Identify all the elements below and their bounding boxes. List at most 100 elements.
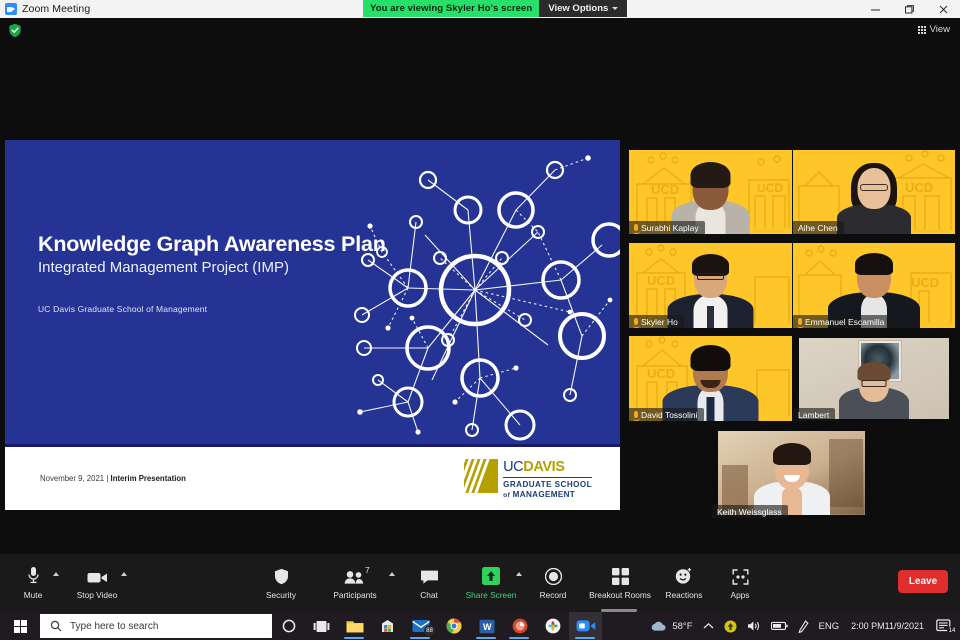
participant-video-keith-weissglass <box>718 431 865 515</box>
meeting-canvas: View <box>0 18 960 612</box>
participants-count: 7 <box>365 565 370 575</box>
view-button-label: View <box>930 24 950 35</box>
cloud-icon <box>650 620 667 632</box>
share-screen-icon <box>482 563 500 585</box>
powerpoint-icon[interactable] <box>503 612 536 640</box>
apps-icon <box>732 563 749 585</box>
leave-button[interactable]: Leave <box>898 570 948 593</box>
slack-icon[interactable] <box>536 612 569 640</box>
search-placeholder: Type here to search <box>70 621 158 632</box>
slide-footer-label: Interim Presentation <box>111 474 186 483</box>
breakout-rooms-label: Breakout Rooms <box>589 590 651 600</box>
update-icon[interactable] <box>719 612 742 640</box>
speaker-icon[interactable] <box>742 612 766 640</box>
mute-button[interactable]: Mute <box>2 563 64 600</box>
clock-date: 11/9/2021 <box>885 621 924 631</box>
battery-icon[interactable] <box>766 612 793 640</box>
slide-footer-date: November 9, 2021 <box>40 474 104 483</box>
system-tray: 58°F ENG 2:00 PM 11/9/2021 <box>645 612 960 640</box>
view-options-button[interactable]: View Options <box>539 0 627 17</box>
chevron-up-icon[interactable] <box>698 612 719 640</box>
participant-nameplate: Aihe Chen <box>793 221 844 234</box>
mail-icon[interactable]: 88 <box>404 612 437 640</box>
google-chrome-icon[interactable] <box>437 612 470 640</box>
running-indicator <box>575 637 595 639</box>
zoom-meeting-window: Zoom Meeting You are viewing Skyler Ho's… <box>0 0 960 640</box>
search-input[interactable]: Type here to search <box>40 614 272 638</box>
mail-unread-badge: 88 <box>424 625 435 636</box>
participant-tile-aihe-chen[interactable]: UCD Aihe Chen <box>793 150 955 234</box>
participant-tile-emmanuel-escamilla[interactable]: UCD Emmanuel Escamilla <box>793 243 955 328</box>
participant-tile-surabhi-kaplay[interactable]: UCD UCD Surabhi Kaplay <box>629 150 792 234</box>
breakout-rooms-icon <box>612 563 629 585</box>
participant-nameplate: Lambert <box>793 408 835 421</box>
participants-chevron-icon[interactable] <box>389 572 395 576</box>
chat-button[interactable]: Chat <box>398 563 460 600</box>
participant-nameplate: Keith Weissglass <box>712 505 788 518</box>
language-indicator[interactable]: ENG <box>814 612 845 640</box>
share-screen-label: Share Screen <box>466 590 517 600</box>
participant-name: Lambert <box>798 410 829 420</box>
zoom-icon <box>5 3 17 15</box>
slide-text-block: Knowledge Graph Awareness Plan Integrate… <box>38 232 438 314</box>
stop-video-label: Stop Video <box>77 590 117 600</box>
action-center-icon[interactable]: 14 <box>931 612 960 640</box>
clock[interactable]: 2:00 PM 11/9/2021 <box>844 612 931 640</box>
participant-name: Emmanuel Escamilla <box>805 317 884 327</box>
shared-screen-slide[interactable]: Knowledge Graph Awareness Plan Integrate… <box>5 140 620 510</box>
close-icon[interactable] <box>926 0 960 18</box>
file-explorer-icon[interactable] <box>338 612 371 640</box>
slide-subtitle: Integrated Management Project (IMP) <box>38 258 438 278</box>
participant-tile-keith-weissglass[interactable]: Keith Weissglass <box>712 428 871 518</box>
breakout-rooms-button[interactable]: Breakout Rooms <box>588 563 652 600</box>
participant-nameplate: Skyler Ho <box>629 315 684 328</box>
apps-label: Apps <box>731 590 750 600</box>
slide-organization: UC Davis Graduate School of Management <box>38 304 438 314</box>
sharing-status-text: You are viewing Skyler Ho's screen <box>363 0 539 17</box>
slide-footer-separator: | <box>106 474 108 483</box>
reactions-button[interactable]: Reactions <box>653 563 715 600</box>
word-icon[interactable]: W <box>470 612 503 640</box>
view-options-label: View Options <box>548 3 608 14</box>
participant-name: Keith Weissglass <box>717 507 782 517</box>
apps-button[interactable]: Apps <box>709 563 771 600</box>
microsoft-store-icon[interactable] <box>371 612 404 640</box>
running-indicator <box>410 637 430 639</box>
pen-icon[interactable] <box>793 612 814 640</box>
logo-of: of <box>503 492 510 499</box>
share-screen-button[interactable]: Share Screen <box>460 563 522 600</box>
reactions-label: Reactions <box>666 590 703 600</box>
participants-button[interactable]: Participants <box>324 563 386 600</box>
minimize-icon[interactable] <box>858 0 892 18</box>
shield-check-icon[interactable] <box>8 23 22 38</box>
security-button[interactable]: Security <box>250 563 312 600</box>
participant-tile-skyler-ho[interactable]: UCD Skyler Ho <box>629 243 792 328</box>
record-button[interactable]: Record <box>522 563 584 600</box>
shield-icon <box>274 563 289 585</box>
participant-name: David Tossolini <box>641 410 698 420</box>
slide-body: Knowledge Graph Awareness Plan Integrate… <box>5 140 620 444</box>
reactions-smiley-icon <box>675 563 693 585</box>
participants-label: Participants <box>333 590 376 600</box>
chat-label: Chat <box>420 590 438 600</box>
task-view-icon[interactable] <box>305 612 338 640</box>
zoom-taskbar-icon[interactable] <box>569 612 602 640</box>
audio-options-chevron-icon[interactable] <box>53 572 59 576</box>
slide-footer: November 9, 2021 | Interim Presentation … <box>5 447 620 510</box>
participant-nameplate: Emmanuel Escamilla <box>793 315 890 328</box>
participant-tile-lambert[interactable]: Lambert <box>793 336 955 421</box>
restore-icon[interactable] <box>892 0 926 18</box>
video-options-chevron-icon[interactable] <box>121 572 127 576</box>
logo-davis: DAVIS <box>523 459 564 475</box>
windows-start-icon[interactable] <box>0 612 40 640</box>
view-layout-button[interactable]: View <box>914 22 954 37</box>
cortana-circle-icon[interactable] <box>272 612 305 640</box>
ucdavis-gsm-logo: UCDAVIS GRADUATE SCHOOL of MANAGEMENT <box>464 459 592 500</box>
participant-tile-david-tossolini[interactable]: UCD David Tossolini <box>629 336 792 421</box>
participant-nameplate: David Tossolini <box>629 408 704 421</box>
stop-video-button[interactable]: Stop Video <box>66 563 128 600</box>
microphone-icon <box>27 563 40 585</box>
weather-widget[interactable]: 58°F <box>645 612 697 640</box>
slide-footer-text: November 9, 2021 | Interim Presentation <box>40 474 186 483</box>
slide-title: Knowledge Graph Awareness Plan <box>38 232 438 257</box>
